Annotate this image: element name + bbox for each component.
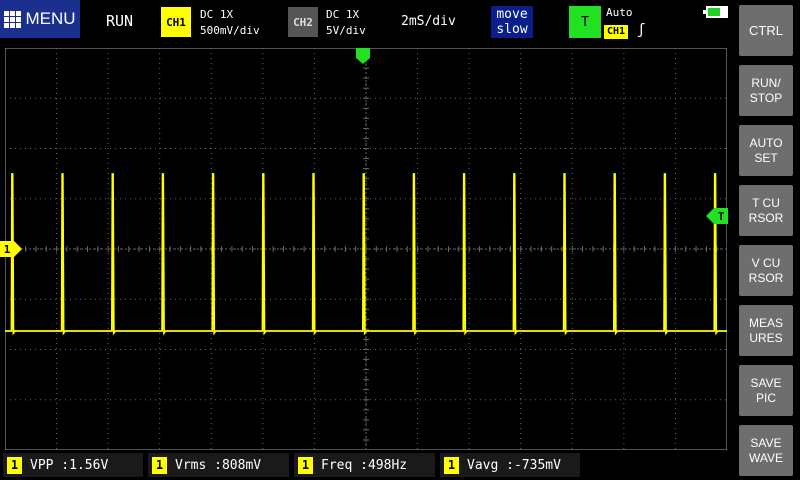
ctrl-button[interactable]: CTRL (739, 5, 793, 56)
measurement-value: 498Hz (367, 457, 408, 473)
measures-button[interactable]: MEAS URES (739, 305, 793, 356)
measurement-freq[interactable]: 1 Freq :498Hz (294, 453, 435, 477)
ch2-badge[interactable]: CH2 (288, 7, 318, 37)
trigger-mode[interactable]: Auto (606, 6, 633, 19)
save-wave-button[interactable]: SAVE WAVE (739, 425, 793, 476)
trigger-level-label: T (718, 210, 725, 223)
move-speed-button[interactable]: move slow (491, 6, 533, 38)
measurement-vpp[interactable]: 1 VPP :1.56V (3, 453, 143, 477)
measurement-label: Freq : (321, 457, 368, 473)
trigger-level-marker[interactable]: T (706, 208, 728, 224)
measurement-value: 1.56V (69, 457, 109, 473)
timebase[interactable]: 2mS/div (401, 14, 456, 29)
measurement-label: Vrms : (175, 457, 222, 473)
rising-edge-icon[interactable]: ʃ (637, 22, 645, 38)
run-status[interactable]: RUN (106, 12, 133, 30)
trigger-badge[interactable]: T (569, 6, 601, 38)
menu-button[interactable]: MENU (0, 0, 80, 38)
save-pic-button[interactable]: SAVE PIC (739, 365, 793, 416)
ch1-coupling: DC 1X (200, 8, 234, 21)
ch1-scale: 500mV/div (200, 24, 260, 37)
battery-icon (703, 6, 728, 18)
measurement-vrms[interactable]: 1 Vrms :808mV (148, 453, 289, 477)
run-stop-button[interactable]: RUN/ STOP (739, 65, 793, 116)
scope-screen[interactable] (5, 48, 727, 450)
ch1-marker-label: 1 (4, 243, 11, 256)
measurement-channel-badge: 1 (298, 456, 313, 474)
measurement-vavg[interactable]: 1 Vavg : -735mV (440, 453, 580, 477)
ch2-info[interactable]: DC 1X 5V/div (326, 7, 366, 39)
move-speed-label: slow (496, 22, 528, 37)
ch1-info[interactable]: DC 1X 500mV/div (200, 7, 260, 39)
measurement-label: Vavg : (467, 457, 514, 473)
move-label: move (496, 7, 528, 22)
measurement-channel-badge: 1 (444, 456, 459, 474)
measurement-value: -735mV (513, 457, 561, 473)
measurement-channel-badge: 1 (7, 456, 22, 474)
trigger-source[interactable]: CH1 (604, 25, 629, 39)
ch1-offset-marker[interactable]: 1 (0, 241, 22, 257)
ch2-coupling: DC 1X (326, 8, 360, 21)
measurement-channel-badge: 1 (152, 456, 167, 474)
voltage-cursor-button[interactable]: V CU RSOR (739, 245, 793, 296)
measurement-label: VPP : (30, 457, 70, 473)
time-cursor-button[interactable]: T CU RSOR (739, 185, 793, 236)
auto-set-button[interactable]: AUTO SET (739, 125, 793, 176)
trigger-position-marker[interactable] (356, 48, 370, 64)
menu-label: MENU (25, 9, 76, 28)
ch2-scale: 5V/div (326, 24, 366, 37)
menu-grid-icon (4, 10, 22, 28)
ch1-badge[interactable]: CH1 (161, 7, 191, 37)
measurement-value: 808mV (221, 457, 262, 473)
